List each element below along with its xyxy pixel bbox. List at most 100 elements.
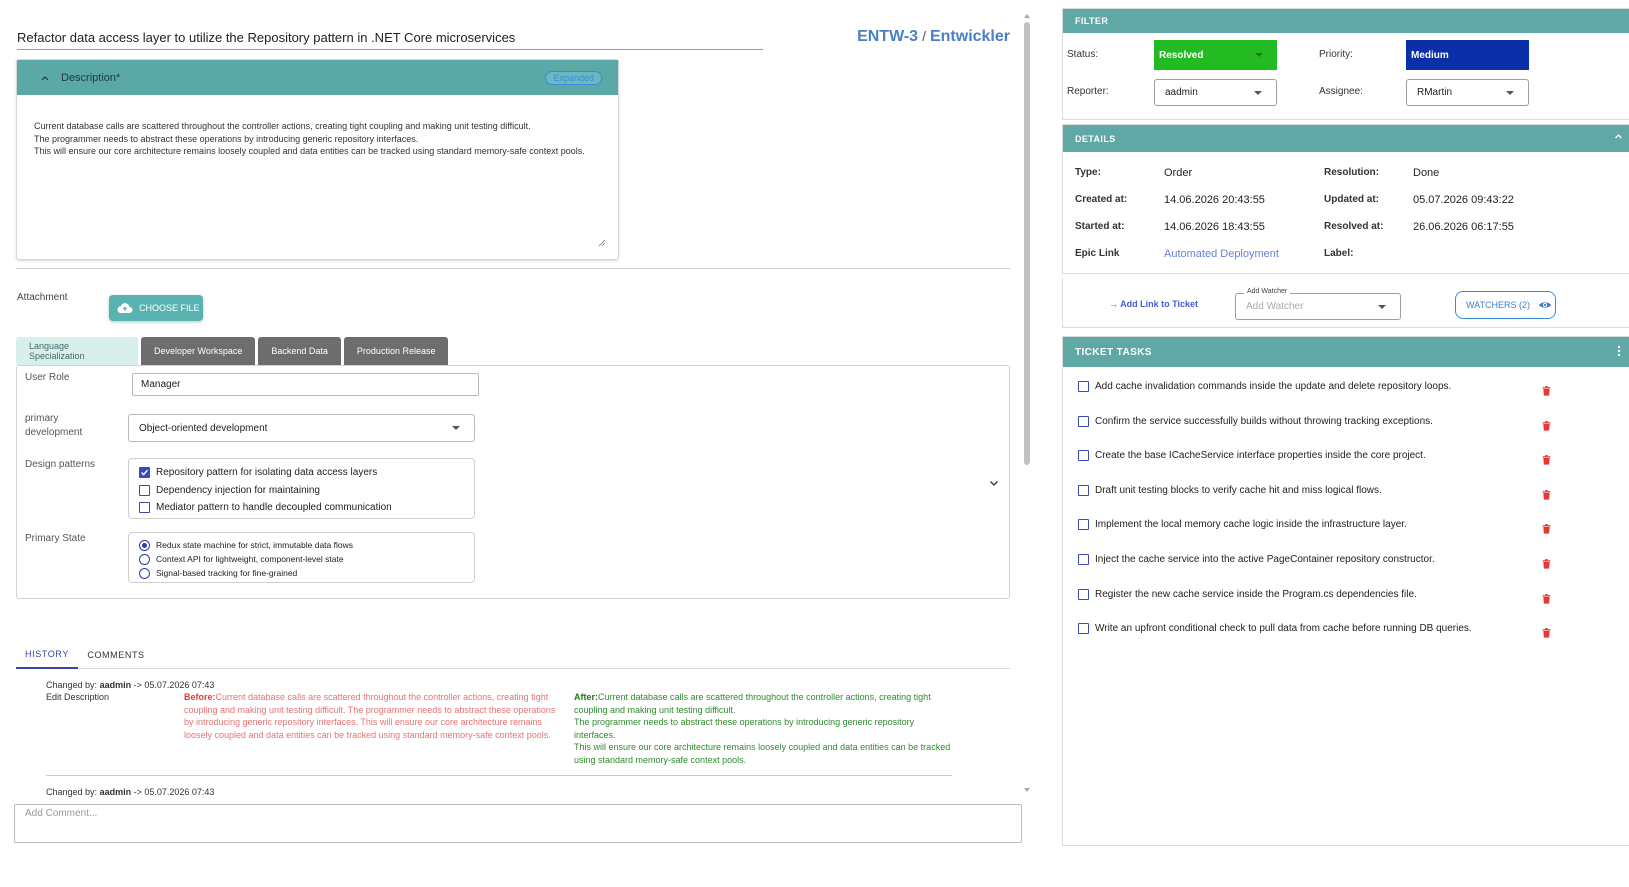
- trash-icon[interactable]: [1542, 523, 1551, 534]
- status-dropdown[interactable]: Resolved: [1154, 40, 1277, 70]
- project-name-link[interactable]: Entwickler: [930, 28, 1010, 45]
- add-watcher-select[interactable]: Add Watcher Add Watcher: [1235, 288, 1401, 320]
- task-label: Draft unit testing blocks to verify cach…: [1095, 484, 1382, 496]
- history-before-text: Before:Current database calls are scatte…: [184, 691, 556, 741]
- reporter-label: Reporter:: [1067, 86, 1109, 97]
- type-label: Type:: [1075, 167, 1101, 178]
- trash-icon[interactable]: [1542, 385, 1551, 396]
- checkbox-icon[interactable]: [1078, 588, 1089, 600]
- changed-at-time: -> 05.07.2026 07:43: [133, 680, 215, 690]
- checkbox-icon[interactable]: [1078, 519, 1089, 531]
- priority-dropdown[interactable]: Medium: [1406, 40, 1529, 70]
- updated-label: Updated at:: [1324, 194, 1379, 205]
- checkbox-icon[interactable]: [139, 502, 150, 514]
- tab-language-specialization[interactable]: Language Specialization: [16, 337, 138, 365]
- scroll-up-arrow-icon[interactable]: [1024, 14, 1030, 18]
- details-header[interactable]: DETAILS: [1063, 125, 1629, 152]
- task-item[interactable]: Add cache invalidation commands inside t…: [1078, 381, 1578, 392]
- dropdown-caret-icon: [1254, 90, 1262, 95]
- updated-value: 05.07.2026 09:43:22: [1413, 194, 1514, 206]
- trash-icon[interactable]: [1542, 593, 1551, 604]
- tab-history[interactable]: HISTORY: [16, 640, 78, 669]
- status-value: Resolved: [1159, 49, 1204, 61]
- chevron-up-icon[interactable]: [1614, 132, 1623, 141]
- checkbox-icon[interactable]: [1078, 623, 1089, 635]
- add-comment-input[interactable]: Add Comment...: [14, 804, 1022, 843]
- primary-development-select[interactable]: Object-oriented development: [128, 414, 475, 442]
- primary-state-option[interactable]: Signal-based tracking for fine-grained: [139, 566, 474, 580]
- tab-comments[interactable]: COMMENTS: [78, 640, 154, 669]
- after-content: The programmer needs to abstract these o…: [574, 717, 915, 740]
- task-item[interactable]: Draft unit testing blocks to verify cach…: [1078, 484, 1578, 496]
- watchers-button[interactable]: WATCHERS (2): [1455, 291, 1556, 319]
- chevron-up-icon[interactable]: [41, 74, 49, 82]
- task-item[interactable]: Register the new cache service inside th…: [1078, 588, 1578, 600]
- choose-file-button[interactable]: CHOOSE FILE: [109, 295, 203, 321]
- task-label: Implement the local memory cache logic i…: [1095, 519, 1407, 531]
- task-item[interactable]: Create the base ICacheService interface …: [1078, 450, 1578, 462]
- ticket-title[interactable]: Refactor data access layer to utilize th…: [17, 30, 515, 45]
- details-title: DETAILS: [1075, 133, 1116, 144]
- primary-state-label: Primary State: [25, 533, 86, 544]
- trash-icon[interactable]: [1542, 489, 1551, 500]
- attachment-label: Attachment: [17, 292, 68, 303]
- changed-by-label: Changed by:: [46, 680, 98, 690]
- radio-icon[interactable]: [139, 553, 150, 565]
- eye-icon: [1539, 302, 1551, 308]
- primary-state-option[interactable]: Context API for lightweight, component-l…: [139, 552, 474, 566]
- dropdown-caret-icon: [1255, 53, 1263, 57]
- task-item[interactable]: Implement the local memory cache logic i…: [1078, 519, 1578, 531]
- description-label: Description*: [61, 71, 121, 84]
- task-item[interactable]: Write an upfront conditional check to pu…: [1078, 623, 1578, 635]
- assignee-select[interactable]: RMartin: [1406, 79, 1529, 106]
- design-pattern-option[interactable]: Dependency injection for maintaining: [139, 482, 474, 500]
- checkbox-icon[interactable]: [1078, 484, 1089, 496]
- chevron-down-icon[interactable]: [989, 478, 999, 488]
- more-vertical-icon[interactable]: [1617, 345, 1621, 357]
- radio-selected-icon[interactable]: [139, 539, 150, 551]
- radio-icon[interactable]: [139, 567, 150, 579]
- design-pattern-option[interactable]: Repository pattern for isolating data ac…: [139, 464, 474, 482]
- option-label: Context API for lightweight, component-l…: [156, 554, 344, 564]
- task-item[interactable]: Inject the cache service into the active…: [1078, 554, 1578, 565]
- epic-link-value[interactable]: Automated Deployment: [1164, 248, 1279, 260]
- trash-icon[interactable]: [1542, 627, 1551, 638]
- resolved-label: Resolved at:: [1324, 221, 1384, 232]
- resize-grip-icon[interactable]: [598, 239, 606, 247]
- checkbox-checked-icon[interactable]: [139, 467, 150, 479]
- after-label: After:: [574, 692, 598, 702]
- description-textarea[interactable]: Current database calls are scattered thr…: [17, 95, 618, 158]
- checkbox-icon[interactable]: [1078, 450, 1089, 462]
- checkbox-icon[interactable]: [1078, 415, 1089, 427]
- tab-production-release[interactable]: Production Release: [343, 337, 449, 365]
- watchers-label: WATCHERS (2): [1466, 300, 1530, 310]
- filter-panel: FILTER Status: Resolved Priority: Medium…: [1062, 8, 1629, 120]
- dropdown-caret-icon: [452, 426, 460, 430]
- dropdown-caret-icon: [1506, 90, 1514, 95]
- trash-icon[interactable]: [1542, 558, 1551, 569]
- dropdown-caret-icon: [1378, 304, 1386, 309]
- description-header[interactable]: Description* Expanded: [17, 60, 618, 95]
- trash-icon[interactable]: [1542, 454, 1551, 465]
- history-action: Edit Description: [46, 692, 110, 702]
- cloud-upload-icon: [117, 303, 133, 314]
- scrollbar-thumb[interactable]: [1024, 22, 1030, 465]
- trash-icon[interactable]: [1542, 420, 1551, 431]
- user-role-input[interactable]: Manager: [132, 373, 479, 396]
- epic-link-label: Epic Link: [1075, 248, 1120, 259]
- add-link-to-ticket-link[interactable]: → Add Link to Ticket: [1109, 299, 1198, 309]
- tab-backend-data[interactable]: Backend Data: [258, 337, 341, 365]
- project-key-link[interactable]: ENTW-3: [857, 28, 918, 45]
- design-pattern-option[interactable]: Mediator pattern to handle decoupled com…: [139, 499, 474, 517]
- checkbox-icon[interactable]: [139, 484, 150, 496]
- checkbox-icon[interactable]: [1078, 554, 1089, 565]
- primary-state-option[interactable]: Redux state machine for strict, immutabl…: [139, 538, 474, 552]
- task-item[interactable]: Confirm the service successfully builds …: [1078, 415, 1578, 427]
- scroll-down-arrow-icon[interactable]: [1024, 788, 1030, 792]
- checkbox-icon[interactable]: [1078, 381, 1089, 392]
- reporter-select[interactable]: aadmin: [1154, 79, 1277, 106]
- tab-developer-workspace[interactable]: Developer Workspace: [141, 337, 256, 365]
- option-label: Mediator pattern to handle decoupled com…: [156, 502, 392, 513]
- ticket-tasks-title: TICKET TASKS: [1075, 346, 1152, 358]
- design-patterns-group: Repository pattern for isolating data ac…: [128, 458, 475, 519]
